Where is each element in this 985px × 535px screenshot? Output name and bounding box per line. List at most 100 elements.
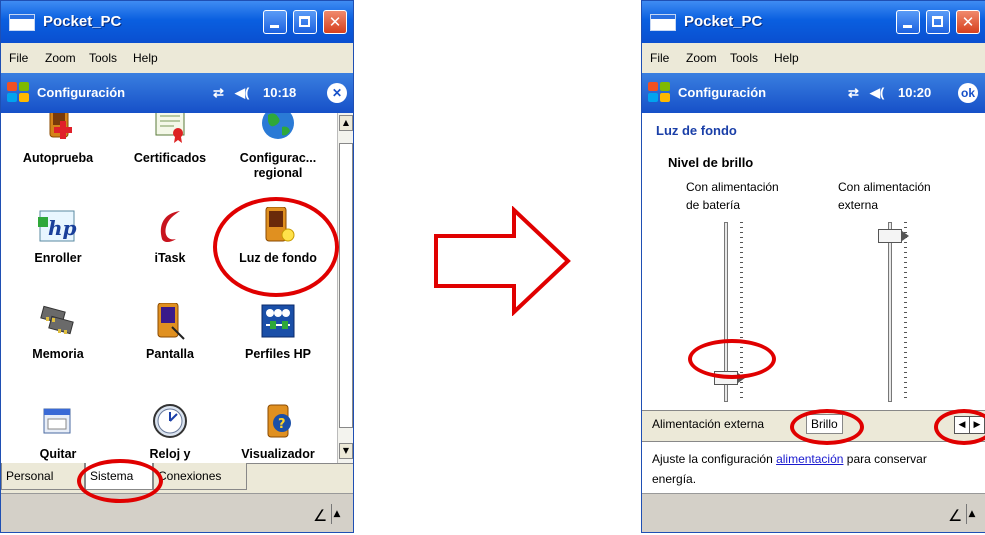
app-reloj-alarmas[interactable]: Reloj y xyxy=(115,403,225,462)
hp-profiles-icon xyxy=(258,303,298,343)
ok-button[interactable]: ok xyxy=(958,83,978,103)
page-title: Luz de fondo xyxy=(656,123,737,138)
highlight-battery-slider xyxy=(688,339,776,379)
app-pantalla[interactable]: Pantalla xyxy=(115,302,225,362)
volume-icon[interactable]: ◀( xyxy=(235,85,249,101)
tab-alimentacion-externa[interactable]: Alimentación externa xyxy=(652,417,764,431)
app-label: Pantalla xyxy=(146,347,194,361)
sip-bar: ∠ ▲ xyxy=(1,493,353,532)
svg-text:?: ? xyxy=(278,417,286,432)
pocket-pc-window-backlight: Pocket_PC ✕ File Zoom Tools Help Configu… xyxy=(641,0,985,533)
title-bar[interactable]: Pocket_PC ✕ xyxy=(642,1,985,43)
menu-zoom[interactable]: Zoom xyxy=(45,51,76,65)
certificate-icon xyxy=(150,113,190,147)
input-panel-button[interactable]: ∠ ▲ xyxy=(944,504,978,526)
clock-time[interactable]: 10:18 xyxy=(263,85,296,100)
app-visualizador[interactable]: ? Visualizador xyxy=(223,403,333,462)
scroll-thumb[interactable] xyxy=(339,143,353,428)
info-text: Ajuste la configuración alimentación par… xyxy=(652,452,927,486)
menu-help[interactable]: Help xyxy=(774,51,799,65)
minimize-button[interactable] xyxy=(263,10,287,34)
menu-bar: File Zoom Tools Help xyxy=(642,43,985,74)
maximize-icon xyxy=(927,11,949,33)
app-label: Enroller xyxy=(34,251,82,265)
page-header: Luz de fondo xyxy=(642,113,985,149)
clock-icon xyxy=(150,403,190,443)
navigation-bar: Configuración ⇄ ◀( 10:20 ok xyxy=(642,73,985,113)
external-slider-label: Con alimentación externa xyxy=(838,180,931,212)
caret-up-icon[interactable]: ▲ xyxy=(966,504,977,524)
menu-tools[interactable]: Tools xyxy=(89,51,117,65)
menu-tools[interactable]: Tools xyxy=(730,51,758,65)
scroll-up-button[interactable]: ▲ xyxy=(339,115,353,131)
volume-icon[interactable]: ◀( xyxy=(870,85,884,101)
maximize-button[interactable] xyxy=(926,10,950,34)
caret-up-icon[interactable]: ▲ xyxy=(331,504,342,524)
close-app-button[interactable]: ✕ xyxy=(327,83,347,103)
itask-icon xyxy=(150,207,190,247)
nav-title: Configuración xyxy=(678,85,767,100)
nav-title: Configuración xyxy=(37,85,126,100)
brightness-pane: Nivel de brillo Con alimentación de bater… xyxy=(642,148,985,410)
globe-icon xyxy=(258,113,298,147)
close-button[interactable]: ✕ xyxy=(323,10,347,34)
close-icon: ✕ xyxy=(328,13,342,31)
pocket-pc-window-system: Pocket_PC ✕ File Zoom Tools Help Configu… xyxy=(0,0,354,533)
external-slider-thumb[interactable] xyxy=(878,228,909,243)
pen-icon: ∠ xyxy=(948,506,963,525)
highlight-luz-de-fondo xyxy=(213,197,339,297)
app-memoria[interactable]: Memoria xyxy=(3,303,113,362)
highlight-brillo-tab xyxy=(790,409,864,445)
hp-enroller-icon: hp xyxy=(38,207,78,247)
self-test-icon xyxy=(38,113,78,147)
app-perfiles-hp[interactable]: Perfiles HP xyxy=(223,303,333,362)
app-label: Visualizador xyxy=(241,447,315,461)
menu-file[interactable]: File xyxy=(650,51,669,65)
tab-conexiones[interactable]: Conexiones xyxy=(153,463,247,490)
app-label: iTask xyxy=(154,251,186,265)
transition-arrow-icon xyxy=(434,206,571,316)
app-configuracion-regional[interactable]: Configurac... regional xyxy=(223,113,333,181)
scroll-down-button[interactable]: ▼ xyxy=(339,443,353,459)
slider-ticks xyxy=(904,222,907,402)
vertical-scrollbar[interactable]: ▲ ▼ xyxy=(337,113,353,463)
pen-icon: ∠ xyxy=(313,506,328,525)
battery-slider-label: Con alimentación de batería xyxy=(686,180,779,212)
window-icon xyxy=(650,14,676,31)
title-bar[interactable]: Pocket_PC ✕ xyxy=(1,1,353,43)
menu-zoom[interactable]: Zoom xyxy=(686,51,717,65)
connectivity-icon[interactable]: ⇄ xyxy=(213,85,224,101)
input-panel-button[interactable]: ∠ ▲ xyxy=(309,504,343,526)
tab-personal[interactable]: Personal xyxy=(1,463,85,490)
minimize-button[interactable] xyxy=(896,10,920,34)
close-button[interactable]: ✕ xyxy=(956,10,980,34)
maximize-button[interactable] xyxy=(293,10,317,34)
menu-file[interactable]: File xyxy=(9,51,28,65)
menu-help[interactable]: Help xyxy=(133,51,158,65)
app-autoprueba[interactable]: Autoprueba xyxy=(3,113,113,166)
maximize-icon xyxy=(294,11,316,33)
app-label: Memoria xyxy=(32,347,84,361)
app-certificados[interactable]: Certificados xyxy=(115,113,225,166)
app-itask[interactable]: iTask xyxy=(115,207,225,266)
windows-start-icon[interactable] xyxy=(7,82,31,104)
windows-start-icon[interactable] xyxy=(648,82,672,104)
highlight-sistema-tab xyxy=(77,459,163,503)
app-enroller[interactable]: hp Enroller xyxy=(3,207,113,266)
app-label: Configurac... regional xyxy=(239,151,317,180)
minimize-icon xyxy=(897,11,919,33)
svg-text:hp: hp xyxy=(48,216,77,240)
window-title: Pocket_PC xyxy=(43,13,122,30)
sip-bar: ∠ ▲ xyxy=(642,493,985,532)
window-icon xyxy=(9,14,35,31)
window-title: Pocket_PC xyxy=(684,13,763,30)
clock-time[interactable]: 10:20 xyxy=(898,85,931,100)
app-label: Perfiles HP xyxy=(244,347,311,361)
app-label: Autoprueba xyxy=(22,151,94,165)
memory-icon xyxy=(38,303,78,343)
remove-programs-icon xyxy=(38,403,78,443)
app-quitar-programas[interactable]: Quitar xyxy=(3,403,113,462)
connectivity-icon[interactable]: ⇄ xyxy=(848,85,859,101)
minimize-icon xyxy=(264,11,286,33)
power-settings-link[interactable]: alimentación xyxy=(776,452,843,466)
